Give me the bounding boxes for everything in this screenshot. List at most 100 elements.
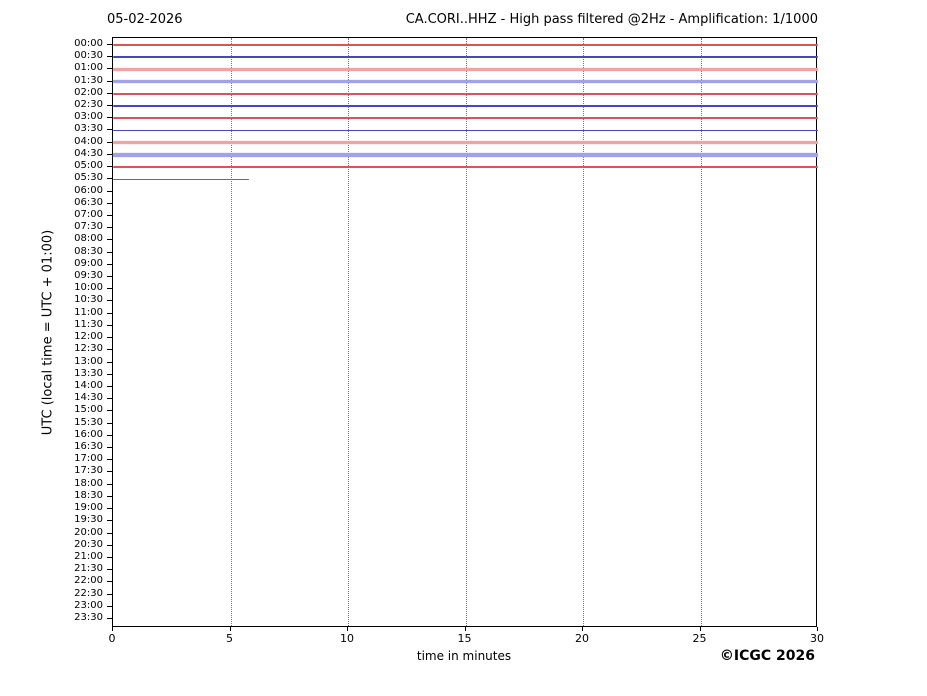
y-tick-label-02:00: 02:00 xyxy=(74,86,103,98)
trace-line-05:30 xyxy=(113,178,250,181)
x-tick-mark xyxy=(582,627,583,631)
y-tick-mark xyxy=(107,178,112,180)
trace-line-05:00 xyxy=(113,166,818,168)
y-tick-label-15:00: 15:00 xyxy=(74,404,103,416)
y-tick-mark xyxy=(107,398,112,400)
y-tick-label-14:00: 14:00 xyxy=(74,379,103,391)
y-tick-label-08:30: 08:30 xyxy=(74,245,103,257)
y-tick-mark xyxy=(107,447,112,449)
x-tick-label-30: 30 xyxy=(810,632,824,645)
y-tick-mark xyxy=(107,385,112,387)
y-tick-mark xyxy=(107,44,112,45)
y-tick-mark xyxy=(107,410,112,412)
y-tick-mark xyxy=(107,288,112,290)
x-tick-mark xyxy=(347,627,348,631)
y-tick-mark xyxy=(107,618,112,619)
y-tick-label-18:00: 18:00 xyxy=(74,477,103,489)
x-axis-label: time in minutes xyxy=(416,649,512,663)
x-gridline-20 xyxy=(583,38,584,626)
y-tick-mark xyxy=(107,605,112,607)
y-tick-label-17:30: 17:30 xyxy=(74,465,103,477)
y-tick-label-04:30: 04:30 xyxy=(74,147,103,159)
x-tick-label-0: 0 xyxy=(108,632,116,645)
x-tick-label-20: 20 xyxy=(575,632,589,645)
y-tick-label-23:30: 23:30 xyxy=(74,612,103,623)
y-tick-label-11:30: 11:30 xyxy=(74,318,103,330)
page-title: CA.CORI..HHZ - High pass filtered @2Hz -… xyxy=(405,12,818,27)
y-tick-mark xyxy=(107,214,112,216)
y-tick-label-06:00: 06:00 xyxy=(74,184,103,196)
y-tick-label-01:00: 01:00 xyxy=(74,62,103,74)
y-tick-label-07:00: 07:00 xyxy=(74,208,103,220)
y-tick-mark xyxy=(107,117,112,119)
y-tick-label-09:30: 09:30 xyxy=(74,270,103,282)
y-tick-mark xyxy=(107,459,112,461)
y-tick-label-20:30: 20:30 xyxy=(74,538,103,550)
y-tick-label-05:30: 05:30 xyxy=(74,172,103,184)
y-tick-mark xyxy=(107,312,112,314)
y-tick-label-19:30: 19:30 xyxy=(74,514,103,526)
y-tick-label-09:00: 09:00 xyxy=(74,257,103,269)
y-tick-label-21:00: 21:00 xyxy=(74,550,103,562)
y-tick-mark xyxy=(107,483,112,485)
y-tick-label-17:00: 17:00 xyxy=(74,453,103,465)
y-tick-label-16:30: 16:30 xyxy=(74,441,103,453)
y-tick-mark xyxy=(107,153,112,155)
y-tick-mark xyxy=(107,422,112,424)
y-tick-mark xyxy=(107,263,112,265)
y-tick-label-06:30: 06:30 xyxy=(74,196,103,208)
y-tick-label-02:30: 02:30 xyxy=(74,99,103,111)
y-tick-mark xyxy=(107,581,112,583)
y-tick-label-00:00: 00:00 xyxy=(74,38,103,49)
x-tick-label-15: 15 xyxy=(457,632,472,645)
y-tick-mark xyxy=(107,68,112,70)
x-tick-mark xyxy=(464,627,466,631)
y-axis-label: UTC (local time = UTC + 01:00) xyxy=(40,229,56,436)
y-tick-mark xyxy=(107,202,112,204)
y-tick-mark xyxy=(107,105,112,107)
y-tick-label-21:30: 21:30 xyxy=(74,563,103,575)
y-tick-label-12:00: 12:00 xyxy=(74,331,103,343)
y-tick-label-10:30: 10:30 xyxy=(74,294,103,306)
x-tick-mark xyxy=(112,627,113,631)
y-tick-mark xyxy=(107,227,112,229)
y-tick-mark xyxy=(107,56,112,58)
y-tick-label-16:00: 16:00 xyxy=(74,428,103,440)
x-gridline-5 xyxy=(230,38,232,626)
y-tick-label-19:00: 19:00 xyxy=(74,502,103,514)
x-gridline-25 xyxy=(700,38,702,626)
y-tick-label-12:30: 12:30 xyxy=(74,343,103,355)
y-tick-mark xyxy=(107,129,112,131)
helicorder-page: 05-02-2026 CA.CORI..HHZ - High pass filt… xyxy=(0,0,927,696)
y-tick-mark xyxy=(107,276,112,278)
y-tick-mark xyxy=(107,337,112,339)
y-tick-mark xyxy=(107,495,112,497)
copyright-credit: ©ICGC 2026 xyxy=(719,648,815,664)
trace-line-04:00 xyxy=(113,140,818,145)
x-tick-label-25: 25 xyxy=(692,632,707,645)
y-tick-mark xyxy=(107,349,112,351)
y-tick-label-23:00: 23:00 xyxy=(74,599,103,611)
x-tick-label-10: 10 xyxy=(340,632,354,645)
x-tick-mark xyxy=(699,627,701,631)
trace-line-01:30 xyxy=(113,79,818,84)
y-tick-label-03:00: 03:00 xyxy=(74,111,103,123)
trace-line-00:30 xyxy=(113,56,818,58)
y-tick-label-13:30: 13:30 xyxy=(74,367,103,379)
y-tick-mark xyxy=(107,141,112,143)
x-tick-label-5: 5 xyxy=(226,632,233,645)
y-tick-label-05:00: 05:00 xyxy=(74,160,103,172)
y-tick-label-13:00: 13:00 xyxy=(74,355,103,367)
y-tick-label-11:00: 11:00 xyxy=(74,306,103,318)
y-tick-label-18:30: 18:30 xyxy=(74,489,103,501)
x-gridline-10 xyxy=(348,38,349,626)
y-tick-mark xyxy=(107,361,112,363)
trace-line-03:00 xyxy=(113,117,818,120)
y-tick-label-20:00: 20:00 xyxy=(74,526,103,538)
y-tick-mark xyxy=(107,373,112,375)
trace-line-02:00 xyxy=(113,93,818,95)
y-tick-label-08:00: 08:00 xyxy=(74,233,103,245)
y-tick-mark xyxy=(107,520,112,522)
trace-line-04:30 xyxy=(113,153,818,157)
helicorder-plot-area xyxy=(112,37,818,627)
